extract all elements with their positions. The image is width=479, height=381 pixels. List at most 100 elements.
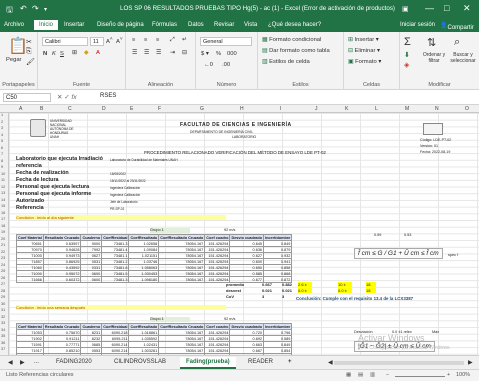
- column-header-a[interactable]: A: [19, 106, 22, 112]
- column-header-o[interactable]: O: [465, 106, 469, 112]
- sort-filter-button[interactable]: Ordenar y filtrar: [421, 52, 447, 64]
- number-format-select[interactable]: General: [200, 37, 252, 46]
- currency-icon[interactable]: $ ▾: [201, 51, 209, 57]
- maximize-button[interactable]: □: [444, 3, 449, 13]
- close-button[interactable]: ✕: [463, 3, 471, 14]
- row-header[interactable]: 34: [1, 328, 5, 332]
- row-header[interactable]: 3: [1, 126, 3, 130]
- view-pagebreak-icon[interactable]: ▥: [370, 372, 375, 378]
- field-value[interactable]: 15/11/2022 al 23/11/2022: [110, 179, 146, 184]
- column-header-n[interactable]: N: [435, 106, 439, 112]
- column-header-k[interactable]: K: [345, 106, 348, 112]
- signin-link[interactable]: Iniciar sesión: [400, 22, 435, 28]
- column-header-g[interactable]: G: [200, 106, 204, 112]
- tab-reader[interactable]: READER: [242, 357, 279, 367]
- insert-cells-button[interactable]: ⊞ Insertar ▾: [348, 37, 379, 43]
- comma-style-icon[interactable]: 000: [227, 51, 237, 57]
- paste-button[interactable]: Pegar: [6, 57, 21, 63]
- column-header-d[interactable]: D: [102, 106, 106, 112]
- column-header-f[interactable]: F: [158, 106, 161, 112]
- view-normal-icon[interactable]: ▦: [346, 372, 351, 378]
- find-select-icon[interactable]: ⌕: [454, 36, 460, 49]
- cancel-icon[interactable]: ✕: [57, 94, 62, 101]
- align-right-icon[interactable]: ☰: [156, 50, 161, 56]
- delete-cells-button[interactable]: ⊟ Eliminar ▾: [348, 48, 380, 54]
- row-header[interactable]: 36: [1, 341, 5, 345]
- format-table-button[interactable]: ▤ Dar formato como tabla: [262, 48, 330, 54]
- field-value[interactable]: Jefe de Laboratorio: [110, 200, 137, 205]
- worksheet[interactable]: ABCDEFGHIJKLMNO 1 2 3 4 5 6 7 8 9 10 11 12 13 14 15 16 1…: [0, 105, 479, 355]
- row-header[interactable]: 14: [1, 198, 5, 202]
- column-header-j[interactable]: J: [315, 106, 318, 112]
- find-select-button[interactable]: Buscar y seleccionar: [448, 52, 478, 64]
- row-header[interactable]: 24: [1, 263, 5, 267]
- tab-fading-prueba[interactable]: Fading(prueba): [180, 357, 236, 369]
- row-header[interactable]: 23: [1, 256, 5, 260]
- tab-cilindrovsslab[interactable]: CILINDROVSSLAB: [108, 357, 172, 367]
- bold-button[interactable]: N: [43, 51, 47, 57]
- conditional-format-button[interactable]: ▦ Formato condicional: [262, 37, 321, 43]
- copy-icon[interactable]: ⎘: [26, 48, 32, 56]
- sort-filter-icon[interactable]: ⇅: [427, 36, 436, 49]
- row-header[interactable]: 31: [1, 308, 5, 312]
- menu-revisar[interactable]: Revisar: [214, 22, 234, 28]
- row-header[interactable]: 33: [1, 321, 5, 325]
- align-top-icon[interactable]: ≡: [132, 37, 135, 43]
- format-cells-button[interactable]: ▣ Formato ▾: [348, 59, 381, 65]
- row-header[interactable]: 18: [1, 224, 5, 228]
- shrink-font-icon[interactable]: A˅: [116, 37, 123, 45]
- font-color-icon[interactable]: A: [96, 50, 100, 56]
- row-header[interactable]: 7: [1, 152, 3, 156]
- field-value[interactable]: 15/08/2022: [110, 172, 126, 177]
- field-value[interactable]: PR-SP-01: [110, 207, 124, 212]
- row-header[interactable]: 26: [1, 276, 5, 280]
- row-header[interactable]: 37: [1, 347, 5, 351]
- orientation-icon[interactable]: ⤢: [170, 37, 175, 44]
- row-header[interactable]: 22: [1, 250, 5, 254]
- horizontal-scroll-right[interactable]: ▶: [462, 357, 479, 368]
- grow-font-icon[interactable]: A˄: [106, 37, 113, 45]
- row-header[interactable]: 9: [1, 165, 3, 169]
- menu-vista[interactable]: Vista: [244, 22, 257, 28]
- cell-styles-button[interactable]: ▥ Estilos de celda: [262, 59, 310, 65]
- table-cell[interactable]: 73481.3: [101, 276, 130, 283]
- row-header[interactable]: 17: [1, 217, 5, 221]
- row-header[interactable]: 19: [1, 230, 5, 234]
- tell-me-box[interactable]: ¿Qué desea hacer?: [268, 22, 321, 28]
- column-header-i[interactable]: I: [280, 106, 281, 112]
- decrease-decimal-icon[interactable]: .00: [222, 62, 230, 68]
- formula-input[interactable]: RSES: [100, 93, 116, 99]
- clear-icon[interactable]: ◈: [404, 61, 409, 69]
- row-header[interactable]: 2: [1, 120, 3, 124]
- row-header[interactable]: 29: [1, 295, 5, 299]
- row-header[interactable]: 25: [1, 269, 5, 273]
- align-bottom-icon[interactable]: ≡: [156, 37, 159, 43]
- table-cell[interactable]: 78054.167: [158, 276, 206, 283]
- row-header[interactable]: 5: [1, 139, 3, 143]
- fx-icon[interactable]: fx: [72, 94, 77, 101]
- percent-icon[interactable]: %: [216, 51, 221, 57]
- save-icon[interactable]: 🖫: [6, 4, 13, 18]
- row-header[interactable]: 10: [1, 172, 5, 176]
- row-header[interactable]: 8: [1, 159, 3, 163]
- format-painter-icon[interactable]: 🖌: [26, 58, 35, 66]
- zoom-level[interactable]: 100%: [456, 372, 470, 378]
- menu-formulas[interactable]: Fórmulas: [152, 22, 177, 28]
- row-header[interactable]: 20: [1, 237, 5, 241]
- font-size-select[interactable]: 11: [90, 37, 104, 46]
- row-header[interactable]: 4: [1, 133, 3, 137]
- wrap-text-icon[interactable]: ↵: [182, 37, 187, 43]
- menu-datos[interactable]: Datos: [188, 22, 204, 28]
- row-header[interactable]: 13: [1, 191, 5, 195]
- paste-icon[interactable]: 📋: [8, 36, 28, 56]
- row-header[interactable]: 21: [1, 243, 5, 247]
- field-value[interactable]: Ingeniera Calibración: [110, 193, 140, 198]
- zoom-in-button[interactable]: +: [447, 372, 450, 378]
- tab-fading2020[interactable]: FADING2020: [50, 357, 98, 367]
- tab-more[interactable]: ...: [28, 357, 45, 367]
- column-header-c[interactable]: C: [68, 106, 72, 112]
- increase-decimal-icon[interactable]: ←0: [204, 62, 213, 68]
- zoom-slider[interactable]: [395, 376, 445, 377]
- menu-archivo[interactable]: Archivo: [4, 22, 24, 28]
- row-header[interactable]: 12: [1, 185, 5, 189]
